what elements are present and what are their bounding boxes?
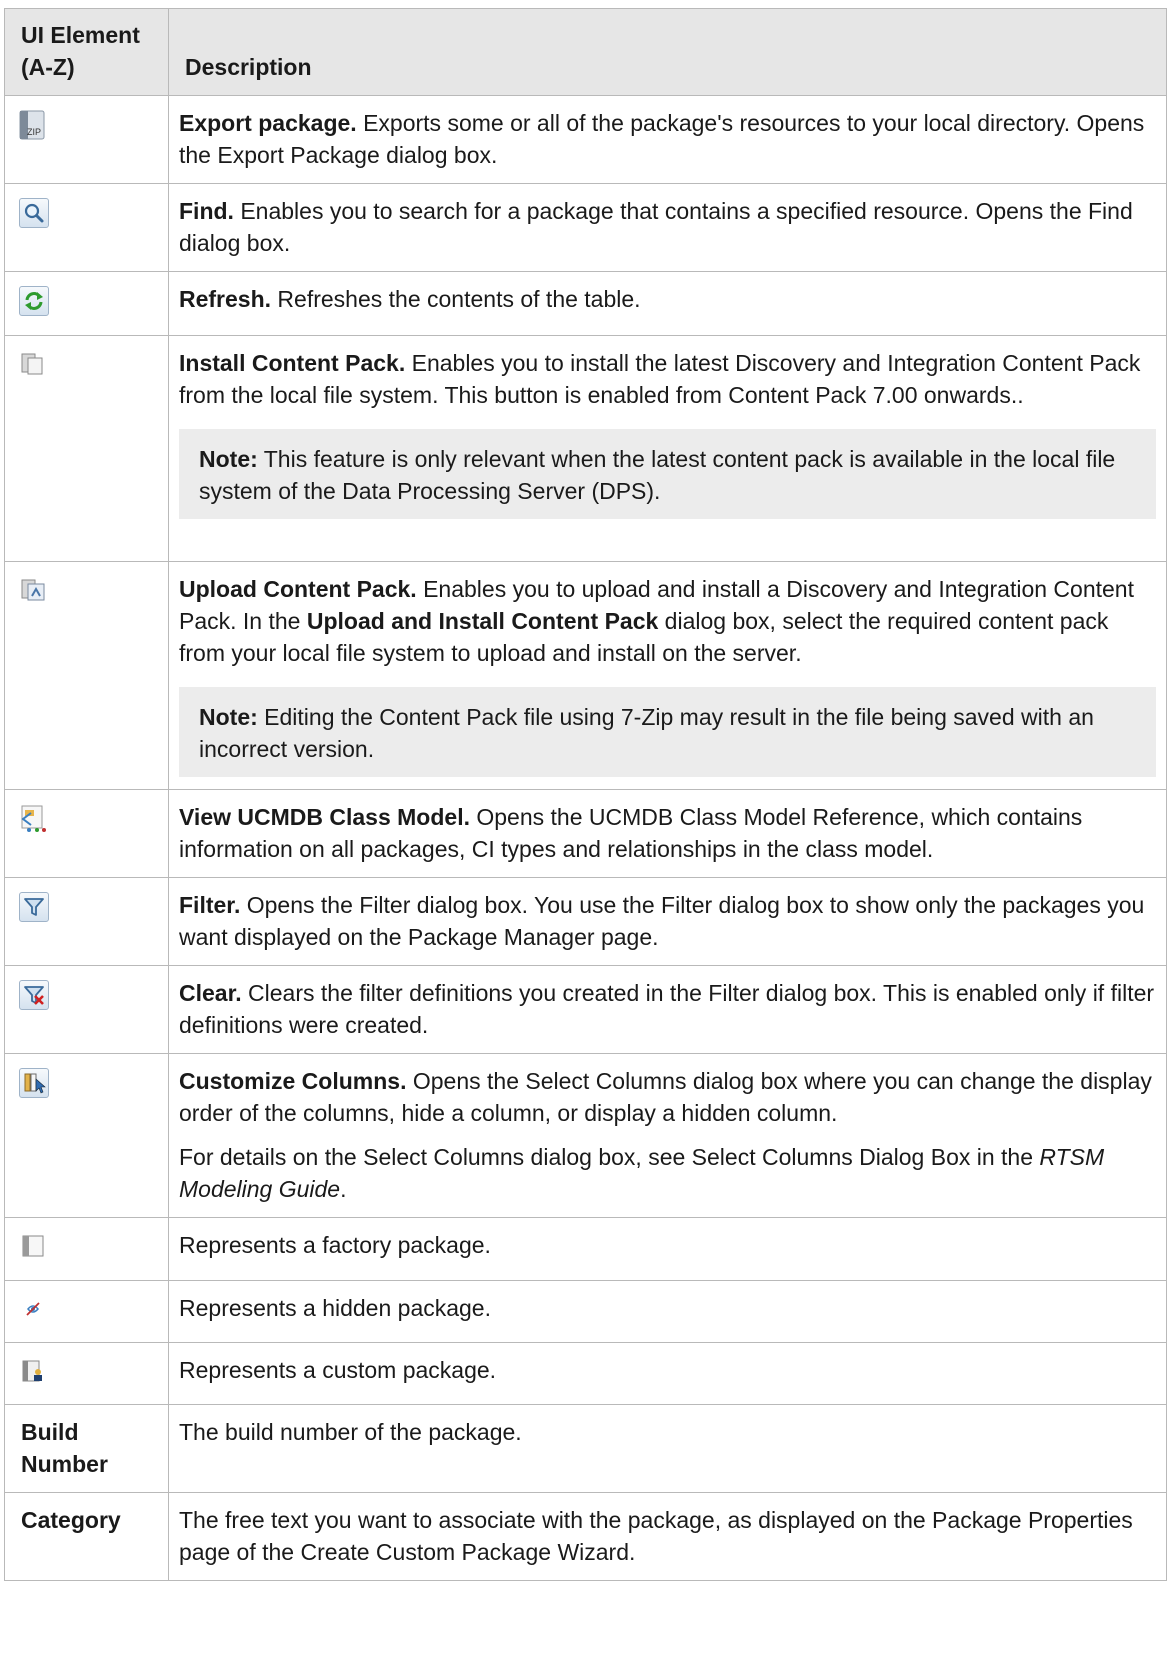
dialog-name: Upload and Install Content Pack — [306, 608, 659, 634]
item-description: Clears the filter definitions you create… — [179, 980, 1155, 1038]
table-row: Customize Columns. Opens the Select Colu… — [4, 1053, 1167, 1218]
icon-cell — [4, 1217, 169, 1281]
description-cell: Find. Enables you to search for a packag… — [168, 183, 1167, 272]
description-cell: Upload Content Pack. Enables you to uplo… — [168, 561, 1167, 790]
clear-filter-icon — [19, 980, 49, 1010]
factory-package-icon — [19, 1232, 49, 1262]
table-header-row: UI Element (A-Z) Description — [4, 8, 1167, 96]
item-title: Find. — [179, 198, 234, 224]
icon-cell: ZIP — [4, 95, 169, 184]
icon-cell — [4, 1342, 169, 1405]
table-row: Category The free text you want to assoc… — [4, 1492, 1167, 1581]
table-row: Filter. Opens the Filter dialog box. You… — [4, 877, 1167, 966]
description-cell: Represents a factory package. — [168, 1217, 1167, 1281]
table-row: Build Number The build number of the pac… — [4, 1404, 1167, 1493]
note-box: Note: Editing the Content Pack file usin… — [179, 687, 1156, 777]
description-cell: The free text you want to associate with… — [168, 1492, 1167, 1581]
description-cell: Clear. Clears the filter definitions you… — [168, 965, 1167, 1054]
header-ui-element: UI Element (A-Z) — [4, 8, 169, 96]
install-content-pack-icon — [19, 350, 49, 380]
table-row: Refresh. Refreshes the contents of the t… — [4, 271, 1167, 336]
description-cell: The build number of the package. — [168, 1404, 1167, 1493]
description-cell: Represents a hidden package. — [168, 1280, 1167, 1343]
description-cell: Customize Columns. Opens the Select Colu… — [168, 1053, 1167, 1218]
item-title: Filter. — [179, 892, 241, 918]
icon-cell — [4, 1280, 169, 1343]
ui-elements-table: UI Element (A-Z) Description ZIP Export … — [4, 8, 1167, 1581]
note-label: Note: — [199, 446, 258, 472]
item-title: View UCMDB Class Model. — [179, 804, 470, 830]
details-paragraph: For details on the Select Columns dialog… — [179, 1141, 1156, 1205]
label-line2: Number — [21, 1451, 108, 1477]
magnifier-icon — [19, 198, 49, 228]
table-row: Represents a factory package. — [4, 1217, 1167, 1281]
table-row: ZIP Export package. Exports some or all … — [4, 95, 1167, 184]
svg-text:ZIP: ZIP — [27, 127, 41, 137]
details-end: . — [340, 1176, 347, 1202]
filter-icon — [19, 892, 49, 922]
table-row: View UCMDB Class Model. Opens the UCMDB … — [4, 789, 1167, 878]
icon-cell — [4, 335, 169, 562]
refresh-icon — [19, 286, 49, 316]
hidden-package-icon — [19, 1295, 49, 1325]
header-ui-element-line2: (A-Z) — [21, 54, 75, 80]
item-title: Upload Content Pack. — [179, 576, 417, 602]
table-row: Install Content Pack. Enables you to ins… — [4, 335, 1167, 562]
icon-cell — [4, 877, 169, 966]
description-cell: Export package. Exports some or all of t… — [168, 95, 1167, 184]
custom-package-icon — [19, 1357, 49, 1387]
item-description: The build number of the package. — [179, 1419, 522, 1445]
note-text: Editing the Content Pack file using 7-Zi… — [199, 704, 1094, 762]
item-description: Represents a hidden package. — [179, 1295, 491, 1321]
item-description: Represents a factory package. — [179, 1232, 491, 1258]
item-title: Customize Columns. — [179, 1068, 407, 1094]
icon-cell — [4, 965, 169, 1054]
description-cell: View UCMDB Class Model. Opens the UCMDB … — [168, 789, 1167, 878]
item-title: Refresh. — [179, 286, 272, 312]
table-row: Clear. Clears the filter definitions you… — [4, 965, 1167, 1054]
details-text: For details on the Select Columns dialog… — [179, 1144, 1040, 1170]
description-cell: Install Content Pack. Enables you to ins… — [168, 335, 1167, 562]
table-row: Represents a hidden package. — [4, 1280, 1167, 1343]
item-description: Enables you to search for a package that… — [179, 198, 1133, 256]
icon-cell — [4, 1053, 169, 1218]
note-label: Note: — [199, 704, 258, 730]
item-title: Clear. — [179, 980, 242, 1006]
upload-content-pack-icon — [19, 576, 49, 606]
customize-columns-icon — [19, 1068, 49, 1098]
description-cell: Represents a custom package. — [168, 1342, 1167, 1405]
item-description: Refreshes the contents of the table. — [271, 286, 641, 312]
label-line1: Build — [21, 1419, 79, 1445]
item-description: Opens the Filter dialog box. You use the… — [179, 892, 1145, 950]
label-line1: Category — [21, 1507, 121, 1533]
ui-element-label-cell: Build Number — [4, 1404, 169, 1493]
header-description: Description — [168, 8, 1167, 96]
item-description: The free text you want to associate with… — [179, 1507, 1133, 1565]
item-description: Represents a custom package. — [179, 1357, 497, 1383]
description-cell: Refresh. Refreshes the contents of the t… — [168, 271, 1167, 336]
description-cell: Filter. Opens the Filter dialog box. You… — [168, 877, 1167, 966]
table-row: Represents a custom package. — [4, 1342, 1167, 1405]
icon-cell — [4, 271, 169, 336]
table-row: Upload Content Pack. Enables you to uplo… — [4, 561, 1167, 790]
item-title: Export package. — [179, 110, 357, 136]
header-ui-element-line1: UI Element — [21, 22, 140, 48]
item-title: Install Content Pack. — [179, 350, 406, 376]
class-model-icon — [19, 804, 49, 834]
icon-cell — [4, 561, 169, 790]
export-zip-icon: ZIP — [19, 110, 45, 140]
note-box: Note: This feature is only relevant when… — [179, 429, 1156, 519]
note-text: This feature is only relevant when the l… — [199, 446, 1116, 504]
ui-element-label-cell: Category — [4, 1492, 169, 1581]
icon-cell — [4, 183, 169, 272]
table-row: Find. Enables you to search for a packag… — [4, 183, 1167, 272]
icon-cell — [4, 789, 169, 878]
